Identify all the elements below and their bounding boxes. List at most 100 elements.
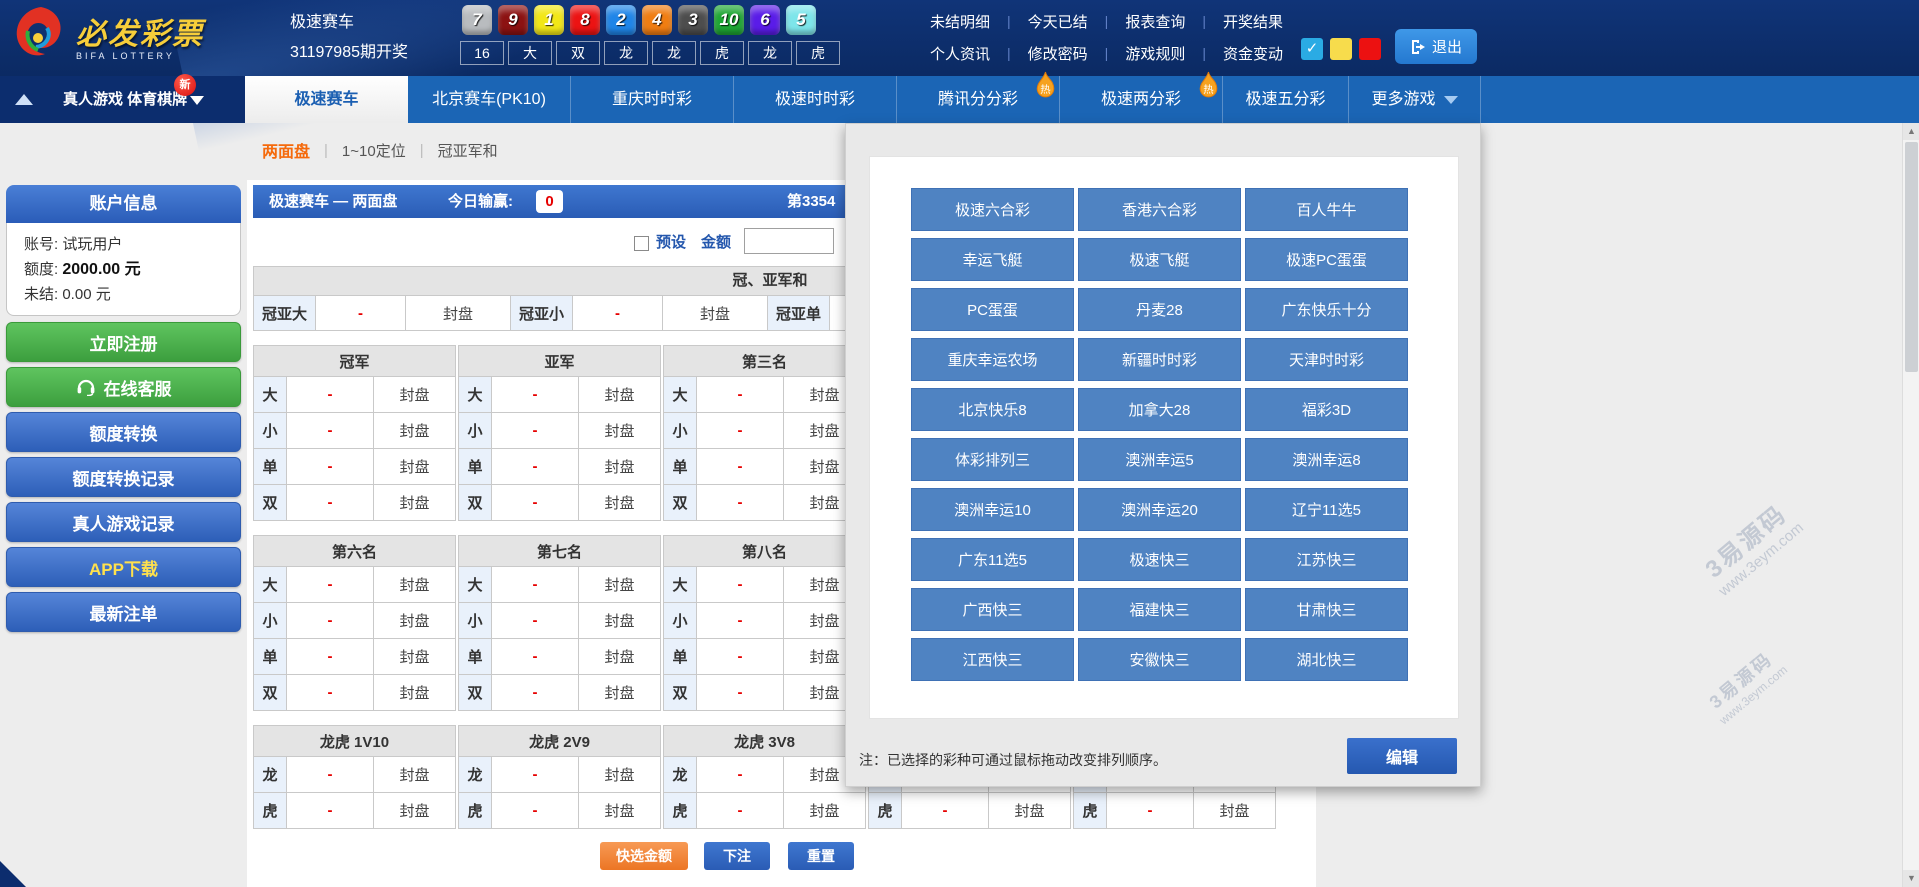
bet-odds-cell[interactable]: - [492, 757, 579, 793]
game-tile-福建快三[interactable]: 福建快三 [1078, 588, 1241, 631]
header-link[interactable]: 修改密码 [1028, 43, 1088, 64]
game-tile-广东快乐十分[interactable]: 广东快乐十分 [1245, 288, 1408, 331]
game-tile-甘肃快三[interactable]: 甘肃快三 [1245, 588, 1408, 631]
game-tile-福彩3D[interactable]: 福彩3D [1245, 388, 1408, 431]
game-tile-新疆时时彩[interactable]: 新疆时时彩 [1078, 338, 1241, 381]
flag-red[interactable] [1359, 38, 1381, 60]
bet-odds-cell[interactable]: - [287, 757, 374, 793]
game-tile-极速快三[interactable]: 极速快三 [1078, 538, 1241, 581]
bet-odds-cell[interactable]: - [492, 567, 579, 603]
header-link[interactable]: 开奖结果 [1223, 11, 1283, 32]
bet-odds-cell[interactable]: - [697, 413, 784, 449]
bet-odds-cell[interactable]: - [492, 449, 579, 485]
bet-odds-cell[interactable]: - [492, 639, 579, 675]
sidebar-button-在线客服[interactable]: 在线客服 [6, 367, 241, 407]
subnav-item-1~10定位[interactable]: 1~10定位 [342, 140, 406, 161]
bet-odds-cell[interactable]: - [287, 449, 374, 485]
game-tile-极速PC蛋蛋[interactable]: 极速PC蛋蛋 [1245, 238, 1408, 281]
header-link[interactable]: 报表查询 [1125, 11, 1185, 32]
bet-odds-cell[interactable]: - [697, 567, 784, 603]
header-link[interactable]: 游戏规则 [1125, 43, 1185, 64]
subnav-item-冠亚军和[interactable]: 冠亚军和 [438, 140, 498, 161]
header-link[interactable]: 今天已结 [1028, 11, 1088, 32]
bet-odds-cell[interactable]: - [287, 675, 374, 711]
bet-odds-cell[interactable]: - [697, 757, 784, 793]
preset-checkbox[interactable] [634, 236, 649, 251]
game-tile-湖北快三[interactable]: 湖北快三 [1245, 638, 1408, 681]
header-link[interactable]: 未结明细 [930, 11, 990, 32]
flag-blue-check[interactable]: ✓ [1301, 38, 1323, 60]
bet-odds-cell[interactable]: - [1107, 793, 1194, 829]
bet-odds-cell[interactable]: - [697, 793, 784, 829]
bet-odds-cell[interactable]: - [287, 377, 374, 413]
game-tile-天津时时彩[interactable]: 天津时时彩 [1245, 338, 1408, 381]
game-tile-江西快三[interactable]: 江西快三 [911, 638, 1074, 681]
game-tile-广西快三[interactable]: 广西快三 [911, 588, 1074, 631]
game-tile-江苏快三[interactable]: 江苏快三 [1245, 538, 1408, 581]
bet-odds-cell[interactable]: - [492, 413, 579, 449]
action-button-下注[interactable]: 下注 [704, 842, 770, 870]
nav-tab-重庆时时彩[interactable]: 重庆时时彩 [571, 76, 734, 123]
nav-tab-腾讯分分彩[interactable]: 腾讯分分彩热 [897, 76, 1060, 123]
game-tile-极速六合彩[interactable]: 极速六合彩 [911, 188, 1074, 231]
game-tile-澳洲幸运10[interactable]: 澳洲幸运10 [911, 488, 1074, 531]
game-tile-安徽快三[interactable]: 安徽快三 [1078, 638, 1241, 681]
action-button-快选金额[interactable]: 快选金额 [600, 842, 688, 870]
game-tile-丹麦28[interactable]: 丹麦28 [1078, 288, 1241, 331]
bet-odds-cell[interactable]: - [492, 603, 579, 639]
edit-button[interactable]: 编辑 [1347, 738, 1457, 774]
bet-odds-cell[interactable]: - [287, 567, 374, 603]
header-link[interactable]: 资金变动 [1223, 43, 1283, 64]
collapse-button[interactable] [0, 76, 47, 123]
game-tile-香港六合彩[interactable]: 香港六合彩 [1078, 188, 1241, 231]
sidebar-button-额度转换[interactable]: 额度转换 [6, 412, 241, 452]
sidebar-button-额度转换记录[interactable]: 额度转换记录 [6, 457, 241, 497]
game-tile-澳洲幸运8[interactable]: 澳洲幸运8 [1245, 438, 1408, 481]
bet-odds-cell[interactable]: - [697, 449, 784, 485]
header-link[interactable]: 个人资讯 [930, 43, 990, 64]
nav-tab-极速时时彩[interactable]: 极速时时彩 [734, 76, 897, 123]
game-tile-加拿大28[interactable]: 加拿大28 [1078, 388, 1241, 431]
game-tile-北京快乐8[interactable]: 北京快乐8 [911, 388, 1074, 431]
subnav-item-两面盘[interactable]: 两面盘 [262, 138, 310, 162]
bet-odds-cell[interactable]: - [492, 485, 579, 521]
bet-odds-cell[interactable]: - [287, 413, 374, 449]
bet-odds-cell[interactable]: - [287, 485, 374, 521]
bet-odds-cell[interactable]: - [287, 639, 374, 675]
action-button-重置[interactable]: 重置 [788, 842, 854, 870]
game-tile-极速飞艇[interactable]: 极速飞艇 [1078, 238, 1241, 281]
sidebar-button-APP下载[interactable]: APP下载 [6, 547, 241, 587]
game-tile-广东11选5[interactable]: 广东11选5 [911, 538, 1074, 581]
scrollbar-thumb[interactable] [1905, 142, 1918, 372]
logout-button[interactable]: 退出 [1395, 29, 1477, 64]
nav-tab-极速赛车[interactable]: 极速赛车 [245, 76, 408, 123]
bet-odds-cell[interactable]: - [697, 377, 784, 413]
game-tile-幸运飞艇[interactable]: 幸运飞艇 [911, 238, 1074, 281]
scroll-down-arrow[interactable]: ▼ [1903, 870, 1919, 887]
game-tile-重庆幸运农场[interactable]: 重庆幸运农场 [911, 338, 1074, 381]
sidebar-button-最新注单[interactable]: 最新注单 [6, 592, 241, 632]
bet-odds-cell[interactable]: - [492, 675, 579, 711]
game-tile-体彩排列三[interactable]: 体彩排列三 [911, 438, 1074, 481]
flag-yellow[interactable] [1330, 38, 1352, 60]
bet-odds-cell[interactable]: - [697, 603, 784, 639]
amount-input[interactable] [744, 228, 834, 254]
game-tile-辽宁11选5[interactable]: 辽宁11选5 [1245, 488, 1408, 531]
bet-odds-cell[interactable]: - [492, 377, 579, 413]
game-tile-PC蛋蛋[interactable]: PC蛋蛋 [911, 288, 1074, 331]
bet-odds-cell[interactable]: - [697, 675, 784, 711]
nav-tab-北京赛车(PK10)[interactable]: 北京赛车(PK10) [408, 76, 571, 123]
game-tile-百人牛牛[interactable]: 百人牛牛 [1245, 188, 1408, 231]
bet-odds-cell[interactable]: - [697, 485, 784, 521]
game-tile-澳洲幸运5[interactable]: 澳洲幸运5 [1078, 438, 1241, 481]
sidebar-button-立即注册[interactable]: 立即注册 [6, 322, 241, 362]
bet-odds-cell[interactable]: - [573, 296, 663, 331]
bet-odds-cell[interactable]: - [902, 793, 989, 829]
game-tile-澳洲幸运20[interactable]: 澳洲幸运20 [1078, 488, 1241, 531]
vertical-scrollbar[interactable]: ▲ ▼ [1902, 123, 1919, 887]
nav-tab-极速两分彩[interactable]: 极速两分彩热 [1060, 76, 1223, 123]
sidebar-button-真人游戏记录[interactable]: 真人游戏记录 [6, 502, 241, 542]
nav-live-games-tab[interactable]: 真人游戏 体育棋牌 新 [47, 76, 245, 123]
nav-tab-极速五分彩[interactable]: 极速五分彩 [1223, 76, 1349, 123]
bet-odds-cell[interactable]: - [287, 793, 374, 829]
